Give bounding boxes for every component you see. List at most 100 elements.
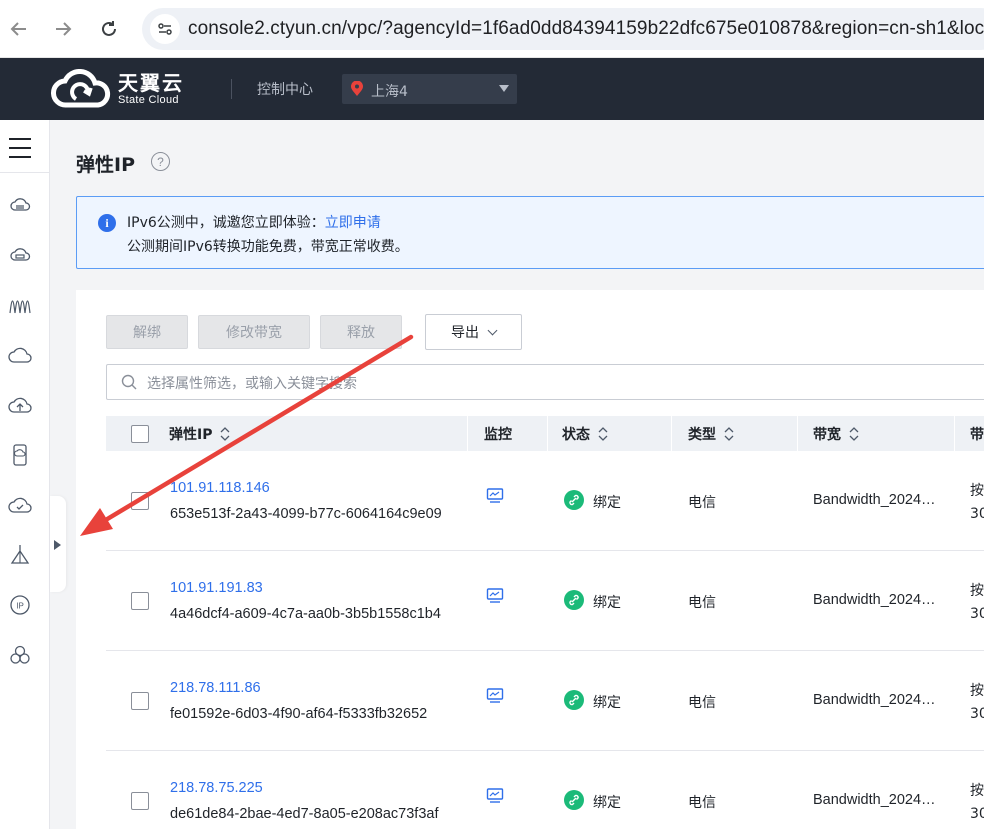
header-divider [231, 79, 232, 99]
info-icon: i [98, 214, 116, 232]
column-label-billing: 带 [970, 426, 984, 443]
address-bar[interactable]: console2.ctyun.cn/vpc/?agencyId=1f6ad0dd… [142, 8, 984, 50]
eip-id: de61de84-2bae-4ed7-8a05-e208ac73f3af [170, 806, 439, 822]
help-icon[interactable]: ? [151, 152, 170, 171]
column-divider [671, 416, 672, 451]
column-divider [547, 416, 548, 451]
table-row: 218.78.111.86 fe01592e-6d03-4f90-af64-f5… [106, 651, 984, 751]
line-type: 电信 [688, 595, 716, 611]
bandwidth-name: Bandwidth_2024… [813, 692, 936, 708]
reload-icon[interactable] [94, 14, 124, 44]
cloud-upload-icon[interactable] [8, 393, 32, 417]
select-all-checkbox[interactable] [131, 424, 149, 443]
row-checkbox[interactable] [131, 692, 149, 710]
back-arrow-icon[interactable] [4, 14, 34, 44]
billing-mode: 按 [970, 583, 984, 599]
eip-address-link[interactable]: 101.91.118.146 [170, 480, 270, 496]
sort-icon[interactable] [848, 426, 860, 441]
notice-text: IPv6公测中，诚邀您立即体验： [127, 215, 325, 231]
notice-line-1: IPv6公测中，诚邀您立即体验：立即申请 [127, 212, 381, 232]
column-label-type: 类型 [688, 426, 716, 443]
column-header-billing: 带 [970, 416, 984, 451]
unbind-button[interactable]: 解绑 [106, 315, 188, 349]
bandwidth-name: Bandwidth_2024… [813, 592, 936, 608]
sort-icon[interactable] [219, 426, 231, 441]
sidebar-divider [0, 172, 50, 173]
export-label: 导出 [451, 325, 479, 341]
cloud-check-icon[interactable] [8, 493, 32, 517]
notice-line-2: 公测期间IPv6转换功能免费，带宽正常收费。 [127, 239, 409, 255]
chevron-down-icon [487, 325, 498, 335]
billing-detail: 30 [970, 506, 984, 522]
menu-icon[interactable] [9, 138, 31, 158]
row-checkbox[interactable] [131, 792, 149, 810]
mobile-icon[interactable] [8, 443, 32, 467]
eip-list-card: 解绑 修改带宽 释放 导出 选择属性筛选，或输入关键字搜索 弹性IP 监控 状态… [76, 290, 984, 829]
monitor-chart-icon[interactable] [486, 587, 504, 609]
eip-id: 653e513f-2a43-4099-b77c-6064164c9e09 [170, 506, 442, 522]
cloud-icon[interactable] [8, 343, 32, 367]
monitor-chart-icon[interactable] [486, 787, 504, 809]
billing-mode: 按 [970, 683, 984, 699]
eip-address-link[interactable]: 218.78.75.225 [170, 780, 263, 796]
column-header-bandwidth[interactable]: 带宽 [813, 416, 860, 451]
eip-address-link[interactable]: 218.78.111.86 [170, 680, 261, 696]
search-icon [121, 374, 137, 390]
column-label-ip: 弹性IP [169, 426, 213, 443]
gateway-icon[interactable] [8, 543, 32, 567]
column-header-status[interactable]: 状态 [562, 416, 609, 451]
table-row: 218.78.75.225 de61de84-2bae-4ed7-8a05-e2… [106, 751, 984, 829]
eip-id: 4a46dcf4-a609-4c7a-aa0b-3b5b1558c1b4 [170, 606, 441, 622]
monitor-chart-icon[interactable] [486, 487, 504, 509]
row-checkbox[interactable] [131, 492, 149, 510]
monitor-chart-icon[interactable] [486, 687, 504, 709]
search-placeholder: 选择属性筛选，或输入关键字搜索 [147, 376, 357, 392]
table-header: 弹性IP 监控 状态 类型 带宽 带 [106, 416, 984, 451]
column-label-bandwidth: 带宽 [813, 426, 841, 443]
column-label-monitor: 监控 [484, 426, 512, 443]
forward-arrow-icon[interactable] [48, 14, 78, 44]
row-checkbox-cell [131, 692, 149, 710]
billing-detail: 30 [970, 706, 984, 722]
row-checkbox-cell [131, 592, 149, 610]
bound-status-icon [564, 490, 584, 510]
modify-bandwidth-button[interactable]: 修改带宽 [198, 315, 310, 349]
left-sidebar: IP [0, 120, 50, 829]
status-text: 绑定 [593, 795, 621, 811]
search-input[interactable]: 选择属性筛选，或输入关键字搜索 [106, 364, 984, 400]
line-type: 电信 [688, 495, 716, 511]
sort-icon[interactable] [723, 426, 735, 441]
release-button[interactable]: 释放 [320, 315, 402, 349]
billing-detail: 30 [970, 806, 984, 822]
browser-toolbar: console2.ctyun.cn/vpc/?agencyId=1f6ad0dd… [0, 0, 984, 58]
region-select[interactable]: 上海4 [342, 74, 517, 104]
site-settings-icon[interactable] [150, 14, 180, 44]
sort-icon[interactable] [597, 426, 609, 441]
bound-status-icon [564, 590, 584, 610]
cloud-disk-icon[interactable] [8, 243, 32, 267]
ip-icon[interactable]: IP [8, 593, 32, 617]
eip-address-link[interactable]: 101.91.191.83 [170, 580, 263, 596]
select-all-cell [131, 416, 149, 451]
cluster-icon[interactable] [8, 643, 32, 667]
logo-name: 天翼云 [118, 70, 184, 95]
column-divider [797, 416, 798, 451]
app-header: 天翼云 State Cloud 控制中心 上海4 [0, 58, 984, 120]
cloud-host-icon[interactable] [8, 193, 32, 217]
row-checkbox[interactable] [131, 592, 149, 610]
network-wave-icon[interactable] [8, 293, 32, 317]
column-divider [467, 416, 468, 451]
sidebar-expand-toggle[interactable] [50, 496, 66, 592]
console-link[interactable]: 控制中心 [257, 79, 313, 99]
ipv6-notice-banner: i IPv6公测中，诚邀您立即体验：立即申请 公测期间IPv6转换功能免费，带宽… [76, 196, 984, 269]
column-header-type[interactable]: 类型 [688, 416, 735, 451]
apply-now-link[interactable]: 立即申请 [325, 215, 381, 231]
column-header-ip[interactable]: 弹性IP [169, 416, 231, 451]
status-text: 绑定 [593, 595, 621, 611]
export-dropdown-button[interactable]: 导出 [425, 314, 522, 350]
region-label: 上海4 [371, 84, 408, 100]
table-row: 101.91.118.146 653e513f-2a43-4099-b77c-6… [106, 451, 984, 551]
brand-logo[interactable]: 天翼云 State Cloud [50, 68, 184, 110]
table-row: 101.91.191.83 4a46dcf4-a609-4c7a-aa0b-3b… [106, 551, 984, 651]
billing-mode: 按 [970, 783, 984, 799]
